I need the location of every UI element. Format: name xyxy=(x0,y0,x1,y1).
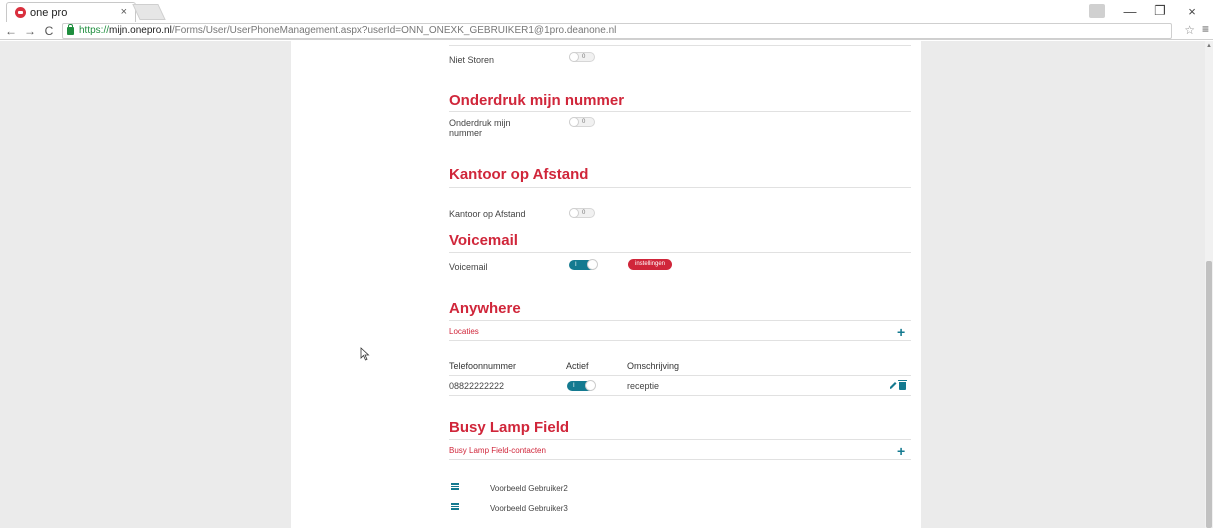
divider xyxy=(449,111,911,112)
edit-pencil-icon[interactable] xyxy=(889,381,897,390)
voicemail-label: Voicemail xyxy=(449,262,488,272)
close-window-button[interactable]: × xyxy=(1179,2,1205,20)
scroll-up-arrow-icon[interactable]: ▲ xyxy=(1206,43,1212,49)
user-profile-icon[interactable] xyxy=(1089,4,1105,18)
onderdruk-title: Onderdruk mijn nummer xyxy=(449,92,625,109)
page-scrollbar[interactable]: ▲ xyxy=(1205,41,1213,528)
divider xyxy=(449,375,911,376)
divider xyxy=(449,439,911,440)
location-active-toggle[interactable]: I xyxy=(567,380,596,391)
url-scheme: https:// xyxy=(79,25,110,36)
onderdruk-label-line2: nummer xyxy=(449,128,483,138)
bookmark-star-icon[interactable]: ☆ xyxy=(1184,23,1195,37)
toggle-knob xyxy=(569,208,579,218)
tab-close-icon[interactable]: × xyxy=(121,6,127,18)
niet-storen-label: Niet Storen xyxy=(449,55,495,65)
divider xyxy=(449,45,911,46)
new-tab-button[interactable] xyxy=(132,4,166,20)
scrollbar-thumb[interactable] xyxy=(1206,261,1212,528)
divider xyxy=(449,320,911,321)
add-location-plus-icon[interactable]: + xyxy=(897,325,905,339)
maximize-button[interactable]: ❐ xyxy=(1147,2,1173,20)
delete-trash-icon[interactable] xyxy=(898,380,907,390)
kantoor-toggle[interactable]: 0 xyxy=(569,208,595,218)
blf-contact-item: Voorbeeld Gebruiker2 xyxy=(490,484,568,493)
location-description: receptie xyxy=(627,381,660,391)
blf-title: Busy Lamp Field xyxy=(449,419,570,436)
toggle-knob xyxy=(569,52,579,62)
toggle-state: 0 xyxy=(582,119,586,125)
onderdruk-label-line1: Onderdruk mijn xyxy=(449,118,511,128)
voicemail-title: Voicemail xyxy=(449,232,518,249)
mouse-pointer-icon xyxy=(360,347,370,361)
minimize-button[interactable]: — xyxy=(1117,2,1143,20)
tab-title: one pro xyxy=(30,6,68,19)
url-input[interactable]: https://mijn.onepro.nl/Forms/User/UserPh… xyxy=(62,23,1172,39)
voicemail-toggle[interactable]: I xyxy=(569,259,598,270)
blf-contact-item: Voorbeeld Gebruiker3 xyxy=(490,504,568,513)
drag-handle-icon[interactable] xyxy=(451,483,459,490)
forward-arrow-icon[interactable]: → xyxy=(22,24,38,38)
divider xyxy=(449,252,911,253)
toggle-knob xyxy=(569,117,579,127)
divider xyxy=(449,187,911,188)
niet-storen-toggle[interactable]: 0 xyxy=(569,52,595,62)
onderdruk-toggle[interactable]: 0 xyxy=(569,117,595,127)
divider xyxy=(449,340,911,341)
col-header-actief: Actief xyxy=(566,361,589,371)
url-path: /Forms/User/UserPhoneManagement.aspx?use… xyxy=(171,25,617,36)
toggle-state: I xyxy=(575,262,577,268)
drag-handle-icon[interactable] xyxy=(451,503,459,510)
url-host: mijn.onepro.nl xyxy=(109,25,172,36)
address-bar: ← → C https://mijn.onepro.nl/Forms/User/… xyxy=(0,22,1213,40)
lock-icon xyxy=(67,24,74,35)
anywhere-title: Anywhere xyxy=(449,300,521,317)
location-number: 08822222222 xyxy=(449,381,505,391)
toggle-knob xyxy=(587,259,598,270)
add-blf-contact-plus-icon[interactable]: + xyxy=(897,444,905,458)
content-panel: Niet Storen 0 Onderdruk mijn nummer Onde… xyxy=(291,41,921,528)
toggle-state: 0 xyxy=(582,210,586,216)
browser-menu-icon[interactable]: ≡ xyxy=(1202,22,1209,36)
blf-contacts-link[interactable]: Busy Lamp Field-contacten xyxy=(449,446,546,455)
back-arrow-icon[interactable]: ← xyxy=(3,24,19,38)
page-viewport: Niet Storen 0 Onderdruk mijn nummer Onde… xyxy=(0,41,1205,528)
divider xyxy=(449,395,911,396)
tab-strip: one pro × — ❐ × xyxy=(0,0,1213,22)
divider xyxy=(449,459,911,460)
reload-icon[interactable]: C xyxy=(41,24,57,38)
onepro-favicon-icon xyxy=(15,7,26,18)
browser-tab[interactable]: one pro × xyxy=(6,2,136,22)
kantoor-title: Kantoor op Afstand xyxy=(449,166,589,183)
col-header-telefoonnummer: Telefoonnummer xyxy=(449,361,517,371)
locaties-link[interactable]: Locaties xyxy=(449,327,479,336)
kantoor-label: Kantoor op Afstand xyxy=(449,209,526,219)
voicemail-settings-button[interactable]: instellingen xyxy=(628,259,673,270)
toggle-state: I xyxy=(573,383,575,389)
toggle-state: 0 xyxy=(582,54,586,60)
col-header-omschrijving: Omschrijving xyxy=(627,361,680,371)
toggle-knob xyxy=(585,380,596,391)
